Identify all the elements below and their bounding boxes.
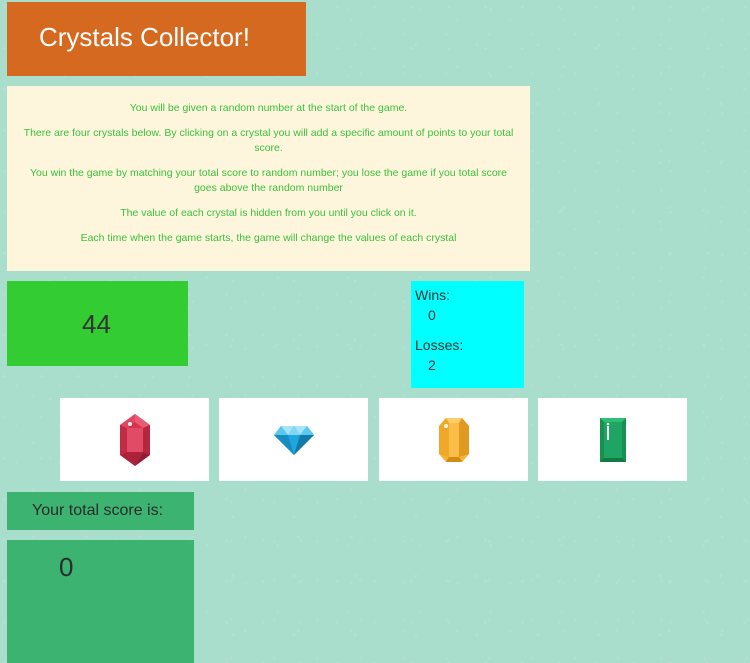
title-banner: Crystals Collector! [7, 2, 306, 76]
green-gem-icon [599, 417, 626, 462]
losses-label: Losses: [415, 337, 464, 353]
score-label: Your total score is: [32, 502, 164, 519]
random-number: 44 [82, 309, 111, 339]
total-score: 0 [59, 552, 74, 582]
wins-label: Wins: [415, 287, 450, 303]
red-gem-icon [119, 413, 150, 466]
instruction-text: Each time when the game starts, the game… [80, 232, 457, 244]
score-box: 0 [7, 540, 194, 663]
instruction-text: There are four crystals below. By clicki… [23, 127, 514, 154]
crystal-button-blue[interactable] [219, 398, 368, 481]
score-label-box: Your total score is: [7, 492, 194, 530]
instruction-text: You win the game by matching your total … [29, 167, 508, 194]
instructions-panel: You will be given a random number at the… [7, 86, 530, 271]
instruction-text: The value of each crystal is hidden from… [120, 207, 417, 219]
crystal-button-green[interactable] [538, 398, 687, 481]
random-number-box: 44 [7, 281, 188, 366]
page-title: Crystals Collector! [39, 22, 250, 52]
losses-count: 2 [428, 357, 436, 373]
blue-diamond-icon [273, 425, 314, 455]
crystal-button-yellow[interactable] [379, 398, 528, 481]
instruction-text: You will be given a random number at the… [129, 102, 408, 114]
stats-panel: Wins: 0 Losses: 2 [411, 281, 524, 388]
wins-count: 0 [428, 307, 436, 323]
crystal-button-red[interactable] [60, 398, 209, 481]
yellow-gem-icon [438, 417, 469, 462]
